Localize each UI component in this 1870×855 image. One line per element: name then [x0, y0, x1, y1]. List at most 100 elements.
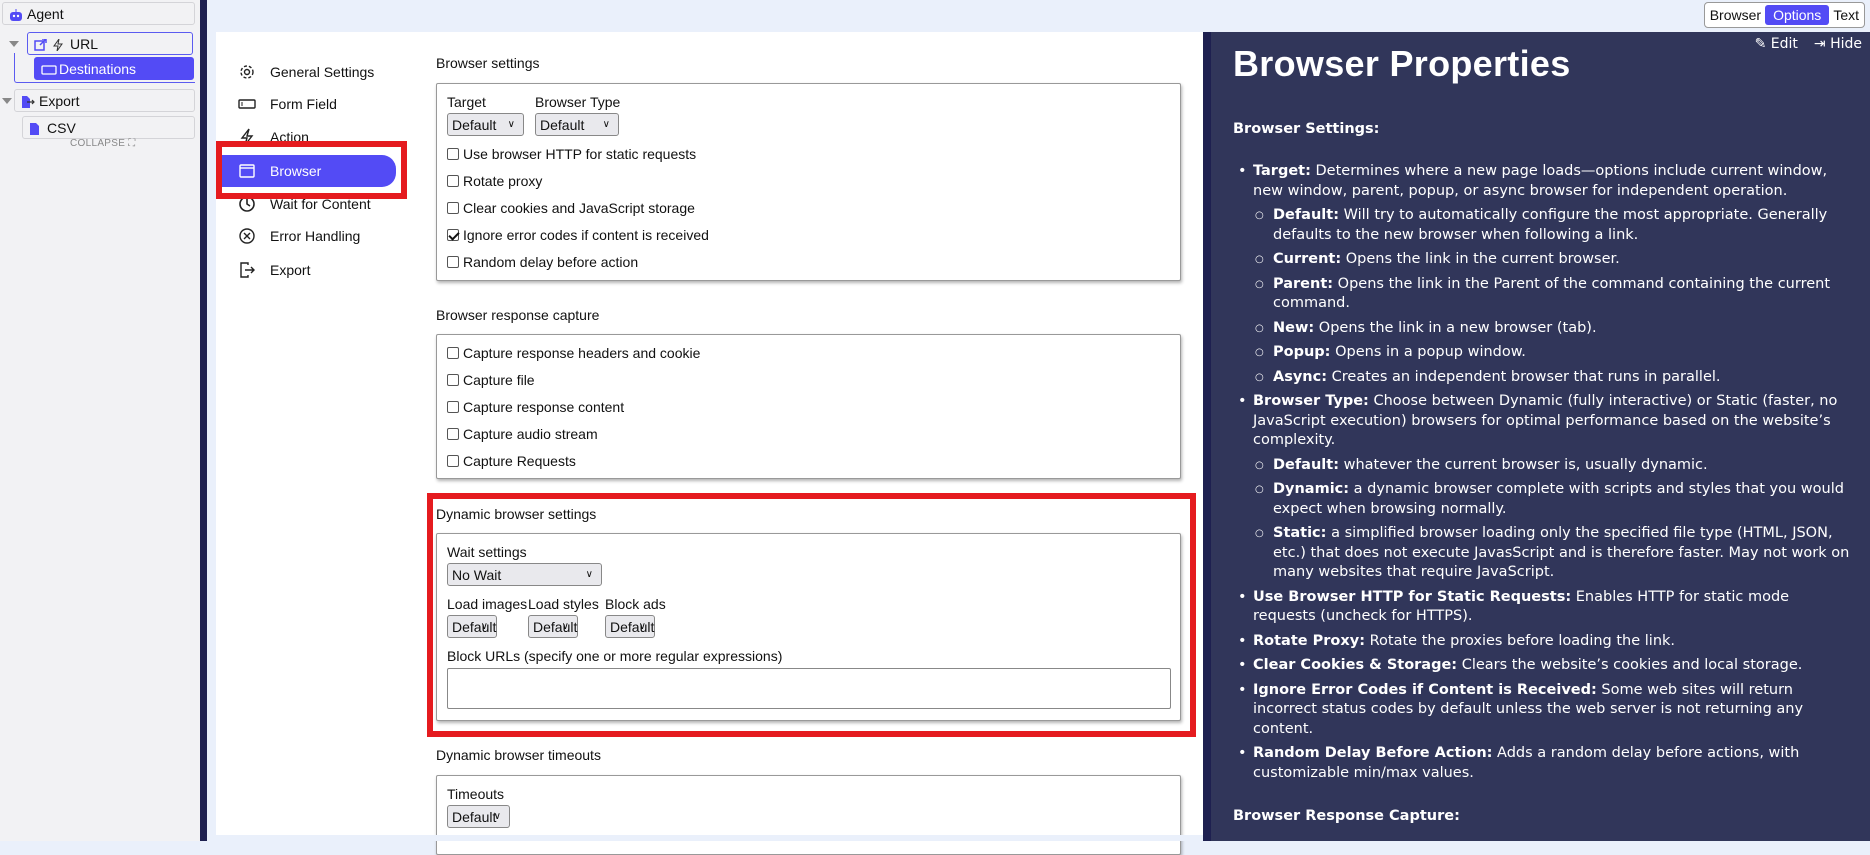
help-toolbar: ✎ Edit ⇥ Hide	[1755, 35, 1862, 55]
browser-type-select[interactable]: Default ∨	[535, 113, 619, 136]
timeouts-group: Timeouts Default ∨	[436, 775, 1181, 855]
help-term: Async:	[1273, 368, 1328, 385]
help-list: Target: Determines where a new page load…	[1233, 162, 1853, 788]
tree-node-csv[interactable]: CSV	[22, 116, 195, 139]
help-text: Opens the link in a new browser (tab).	[1314, 319, 1597, 336]
select-value: Default	[452, 808, 497, 825]
help-list-item: Ignore Error Codes if Content is Receive…	[1233, 681, 1853, 740]
help-text: Opens the link in the Parent of the comm…	[1273, 275, 1831, 312]
hide-label: Hide	[1830, 36, 1862, 52]
capture-headers-checkbox[interactable]: Capture response headers and cookie	[447, 345, 700, 361]
target-label: Target	[447, 94, 486, 110]
project-tree-sidebar: Agent URL Destinations Export CSV COLLAP…	[0, 0, 200, 841]
tree-node-destinations[interactable]: Destinations	[34, 57, 194, 80]
expand-corners-icon: ⛶	[128, 138, 136, 149]
select-value: Default	[452, 116, 497, 133]
help-term: Target:	[1253, 163, 1311, 179]
browser-settings-group: Target Browser Type Default ∨ Default ∨ Us…	[436, 83, 1181, 281]
help-term: Rotate Proxy:	[1253, 632, 1365, 649]
collapse-label: COLLAPSE	[70, 138, 126, 149]
help-term: New:	[1273, 319, 1315, 336]
section-title: Browser response capture	[436, 307, 600, 323]
help-term: Parent:	[1273, 275, 1334, 292]
help-text: Rotate the proxies before loading the li…	[1365, 632, 1676, 649]
rotate-proxy-checkbox[interactable]: Rotate proxy	[447, 173, 542, 189]
help-text: a dynamic browser complete with scripts …	[1273, 481, 1844, 517]
response-capture-group: Capture response headers and cookie Capt…	[436, 334, 1181, 479]
help-list-item: Browser Type: Choose between Dynamic (fu…	[1233, 392, 1853, 583]
tree-label: Destinations	[59, 60, 137, 77]
help-sublist-item: Async: Creates an independent browser th…	[1253, 368, 1853, 388]
tree-label: URL	[70, 35, 99, 52]
help-text: Creates an independent browser that runs…	[1327, 368, 1721, 385]
target-select[interactable]: Default ∨	[447, 113, 524, 136]
help-list-item: Use Browser HTTP for Static Requests: En…	[1233, 588, 1853, 627]
help-sublist-item: Dynamic: a dynamic browser complete with…	[1253, 480, 1853, 519]
help-term: Default:	[1273, 207, 1339, 223]
help-list-item: Random Delay Before Action: Adds a rando…	[1233, 744, 1853, 783]
random-delay-checkbox[interactable]: Random delay before action	[447, 254, 638, 270]
timeouts-label: Timeouts	[447, 786, 505, 802]
nav-item-general-settings[interactable]: General Settings	[238, 56, 396, 88]
tree-node-agent[interactable]: Agent	[2, 2, 195, 25]
chevron-down-icon: ∨	[493, 811, 501, 822]
section-title: Dynamic browser timeouts	[436, 747, 601, 763]
gear-icon	[240, 65, 254, 79]
expand-caret-icon[interactable]	[2, 98, 12, 104]
hide-icon: ⇥	[1813, 36, 1826, 52]
edit-label: Edit	[1770, 36, 1798, 52]
nav-item-error-handling[interactable]: Error Handling	[238, 220, 396, 252]
tab-options[interactable]: Options	[1765, 5, 1830, 25]
ignore-error-codes-checkbox[interactable]: Ignore error codes if content is receive…	[447, 227, 709, 243]
nav-item-form-field[interactable]: Form Field	[238, 88, 396, 120]
timeouts-select[interactable]: Default ∨	[447, 805, 510, 828]
help-sublist-item: Current: Opens the link in the current b…	[1253, 250, 1853, 270]
help-text: whatever the current browser is, usually…	[1339, 456, 1708, 473]
help-term: Random Delay Before Action:	[1253, 745, 1493, 761]
help-text: Opens the link in the current browser.	[1341, 251, 1620, 267]
expand-caret-icon[interactable]	[9, 41, 19, 47]
nav-label: Export	[270, 262, 311, 278]
help-term: Browser Type:	[1253, 393, 1369, 409]
help-term: Clear Cookies & Storage:	[1253, 657, 1458, 673]
capture-audio-checkbox[interactable]: Capture audio stream	[447, 426, 598, 442]
panel-resize-handle[interactable]	[200, 0, 207, 841]
help-sublist-item: Parent: Opens the link in the Parent of …	[1253, 275, 1853, 314]
edit-icon: ✎	[1754, 36, 1767, 52]
tree-node-url[interactable]: URL	[27, 32, 193, 55]
bottom-strip	[216, 835, 1203, 841]
capture-file-checkbox[interactable]: Capture file	[447, 372, 535, 388]
clear-cookies-checkbox[interactable]: Clear cookies and JavaScript storage	[447, 200, 695, 216]
help-title: Browser Properties	[1233, 43, 1571, 84]
export-file-icon	[21, 95, 35, 108]
help-term: Default:	[1273, 456, 1339, 473]
help-list-item: Target: Determines where a new page load…	[1233, 162, 1853, 387]
hide-button[interactable]: ⇥ Hide	[1814, 35, 1862, 55]
help-term: Use Browser HTTP for Static Requests:	[1253, 588, 1572, 605]
nav-item-export[interactable]: Export	[238, 254, 396, 286]
nav-label: Form Field	[270, 96, 337, 112]
use-browser-http-checkbox[interactable]: Use browser HTTP for static requests	[447, 146, 696, 162]
edit-button[interactable]: ✎ Edit	[1755, 35, 1798, 55]
help-panel: ✎ Edit ⇥ Hide Browser Properties Browser…	[1203, 32, 1870, 841]
chevron-down-icon: ∨	[602, 119, 610, 130]
help-sublist-item: Static: a simplified browser loading onl…	[1253, 524, 1853, 583]
help-text: Will try to automatically configure the …	[1273, 207, 1828, 243]
help-term: Dynamic:	[1273, 481, 1350, 497]
collapse-button[interactable]: COLLAPSE ⛶	[70, 138, 136, 149]
highlight-box-dynamic-settings	[427, 493, 1196, 737]
view-tabs: Browser Options Text	[1703, 2, 1865, 28]
help-term: Current:	[1273, 251, 1342, 267]
help-sublist-item: Popup: Opens in a popup window.	[1253, 343, 1853, 363]
tab-text[interactable]: Text	[1829, 5, 1863, 25]
capture-requests-checkbox[interactable]: Capture Requests	[447, 453, 576, 469]
tree-node-export[interactable]: Export	[14, 89, 195, 112]
tab-browser[interactable]: Browser	[1706, 5, 1765, 25]
help-list-item: Rotate Proxy: Rotate the proxies before …	[1233, 632, 1853, 652]
robot-icon	[9, 8, 23, 21]
help-section-heading: Browser Response Capture:	[1233, 808, 1460, 824]
capture-content-checkbox[interactable]: Capture response content	[447, 399, 624, 415]
nav-label: General Settings	[270, 64, 375, 80]
help-sublist-item: Default: whatever the current browser is…	[1253, 456, 1853, 476]
help-list-item: Clear Cookies & Storage: Clears the webs…	[1233, 656, 1853, 676]
